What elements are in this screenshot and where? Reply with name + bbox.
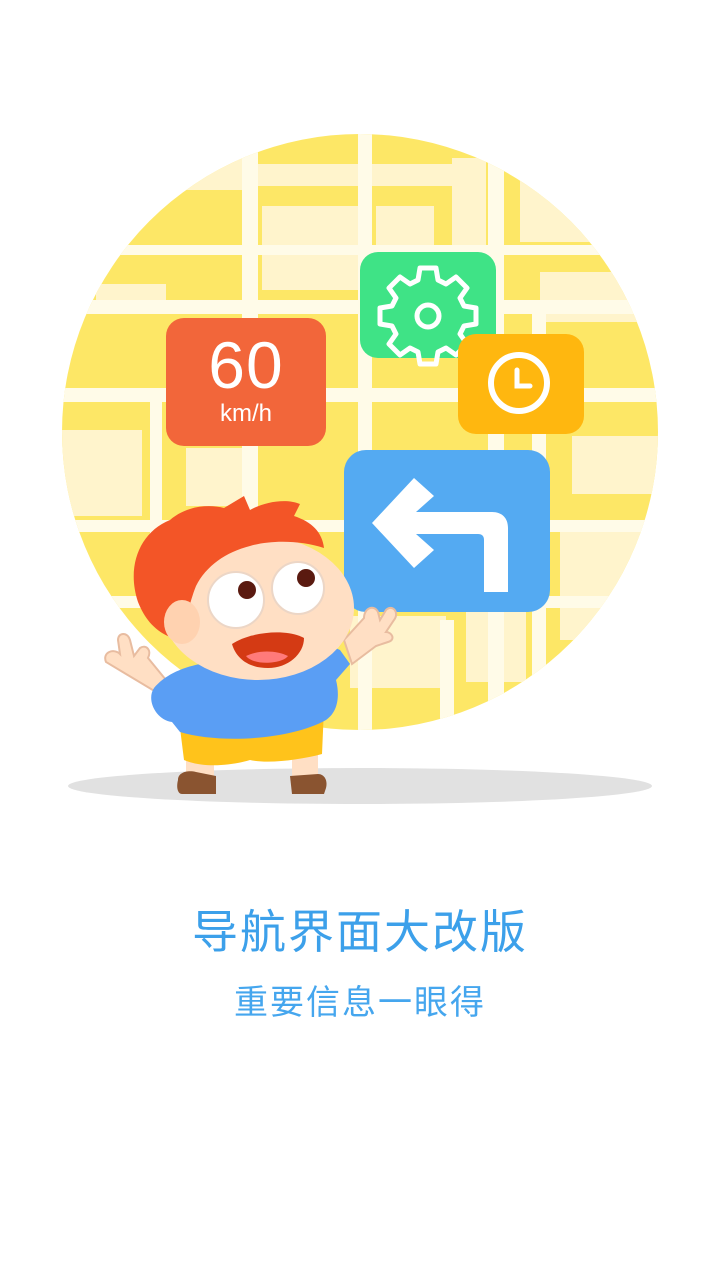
speed-limit-card: 60 km/h (166, 318, 326, 446)
page-title: 导航界面大改版 (192, 905, 528, 959)
page-subtitle: 重要信息一眼得 (234, 983, 486, 1023)
speed-value: 60 (208, 328, 284, 402)
ground-shadow (68, 768, 652, 804)
onboarding-text: 导航界面大改版 重要信息一眼得 (0, 900, 720, 1026)
turn-left-card (344, 450, 550, 612)
speed-unit: km/h (219, 400, 272, 427)
navigation-illustration (62, 134, 658, 804)
clock-card (458, 334, 584, 434)
onboarding-page: 60 km/h 导航界面大改版 重要信息一眼得 (0, 0, 720, 1280)
